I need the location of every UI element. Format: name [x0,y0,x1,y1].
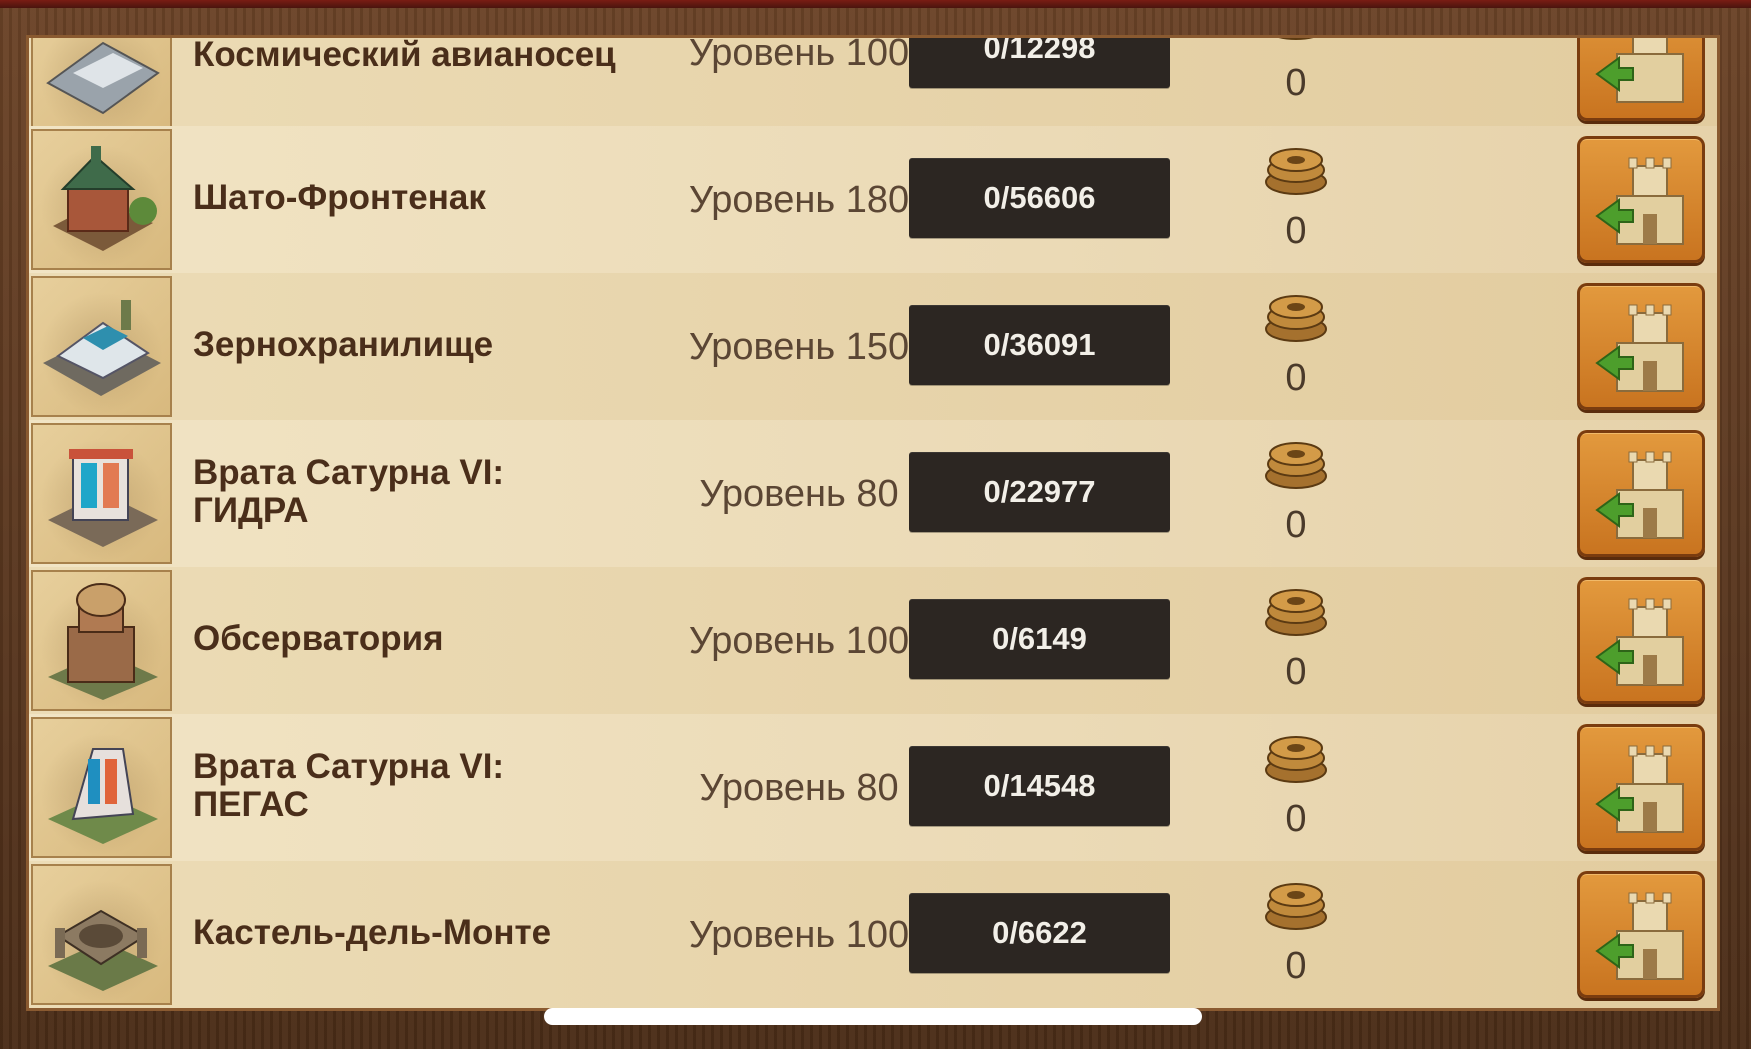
list-item: Врата Сатурна VI: ПЕГАС Уровень 80 0/145… [29,714,1717,862]
forge-points-coin-icon [1261,144,1331,198]
building-level: Уровень 100 [688,38,910,74]
building-name: Кастель-дель-Монте [193,913,552,952]
building-level: Уровень 150 [688,326,910,368]
building-level: Уровень 180 [688,179,910,221]
visit-city-button[interactable] [1577,283,1705,410]
building-name-line1: Врата Сатурна VI: [193,453,505,492]
visit-city-button[interactable] [1577,430,1705,557]
horizontal-scrollbar[interactable] [544,1008,1202,1025]
castle-icon [1595,38,1684,103]
list-item: Шато-Фронтенак Уровень 180 0/56606 0 [29,126,1717,274]
forge-points-coin-icon [1261,38,1331,42]
reward-count: 0 [1285,798,1307,840]
forge-points-coin-icon [1261,879,1331,933]
visit-city-button[interactable] [1577,38,1705,121]
visit-city-button[interactable] [1577,577,1705,704]
reward-count: 0 [1285,945,1307,987]
list-item: Зернохранилище Уровень 150 0/36091 0 [29,273,1717,421]
building-name: Врата Сатурна VI: ПЕГАС [193,748,633,824]
reward-count: 0 [1285,357,1307,399]
reward-count: 0 [1285,210,1307,252]
building-thumbnail-icon[interactable] [31,570,172,711]
building-name-line2: ПЕГАС [193,785,309,824]
building-name-line1: Врата Сатурна VI: [193,747,505,786]
castle-icon [1595,304,1684,392]
castle-icon [1595,892,1684,980]
forge-points-progress: 0/56606 [909,158,1170,238]
forge-points-progress: 0/22977 [909,452,1170,532]
forge-points-progress: 0/12298 [909,38,1170,88]
building-name: Обсерватория [193,619,444,658]
forge-points-coin-icon [1261,585,1331,639]
visit-city-button[interactable] [1577,724,1705,851]
forge-points-progress: 0/6622 [909,893,1170,973]
window-top-border [0,0,1751,8]
forge-points-progress: 0/14548 [909,746,1170,826]
great-buildings-list[interactable]: Космический авианосец Уровень 100 0/1229… [29,38,1717,1008]
building-level: Уровень 100 [688,620,910,662]
building-thumbnail-icon[interactable] [31,276,172,417]
building-name: Шато-Фронтенак [193,178,486,217]
forge-points-coin-icon [1261,732,1331,786]
reward-count: 0 [1285,651,1307,693]
building-thumbnail-icon[interactable] [31,717,172,858]
building-level: Уровень 100 [688,914,910,956]
castle-icon [1595,451,1684,539]
list-item: Врата Сатурна VI: ГИДРА Уровень 80 0/229… [29,420,1717,568]
building-thumbnail-icon[interactable] [31,129,172,270]
visit-city-button[interactable] [1577,136,1705,263]
forge-points-progress: 0/36091 [909,305,1170,385]
building-thumbnail-icon[interactable] [31,864,172,1005]
forge-points-coin-icon [1261,438,1331,492]
castle-icon [1595,598,1684,686]
building-name: Зернохранилище [193,325,494,364]
list-item: Кастель-дель-Монте Уровень 100 0/6622 0 [29,861,1717,1008]
forge-points-coin-icon [1261,291,1331,345]
forge-points-progress: 0/6149 [909,599,1170,679]
building-level: Уровень 80 [699,767,899,809]
reward-count: 0 [1285,62,1307,104]
building-name: Космический авианосец [193,38,616,74]
reward-count: 0 [1285,504,1307,546]
list-item: Обсерватория Уровень 100 0/6149 0 [29,567,1717,715]
building-name: Врата Сатурна VI: ГИДРА [193,454,633,530]
building-thumbnail-icon[interactable] [31,423,172,564]
building-name-line2: ГИДРА [193,491,309,530]
castle-icon [1595,745,1684,833]
castle-icon [1595,157,1684,245]
visit-city-button[interactable] [1577,871,1705,998]
building-level: Уровень 80 [699,473,899,515]
